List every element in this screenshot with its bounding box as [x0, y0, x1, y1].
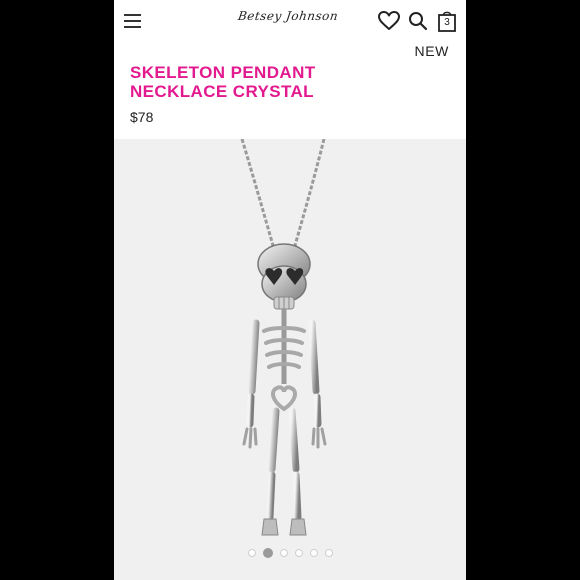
gallery-dot[interactable] — [324, 549, 333, 557]
gallery-dot[interactable] — [309, 549, 318, 557]
hamburger-menu-icon[interactable] — [124, 13, 142, 29]
brand-logo[interactable]: Betsey Johnson — [237, 9, 339, 23]
gallery-dot[interactable] — [279, 549, 288, 557]
product-title-line-1: SKELETON PENDANT — [130, 63, 316, 82]
product-image-gallery[interactable] — [114, 139, 466, 580]
new-badge: NEW — [414, 43, 449, 59]
gallery-pagination — [114, 548, 466, 558]
product-page: Betsey Johnson 3 NEW SKELETON PENDANT NE… — [114, 0, 466, 580]
product-title: SKELETON PENDANT NECKLACE CRYSTAL — [130, 63, 430, 101]
skeleton-necklace-image — [240, 139, 327, 536]
gallery-dot-active[interactable] — [262, 548, 273, 558]
bag-count-badge: 3 — [444, 17, 450, 28]
heart-icon[interactable] — [378, 11, 400, 31]
gallery-dot[interactable] — [247, 549, 256, 557]
shopping-bag-button[interactable]: 3 — [437, 9, 457, 33]
product-price: $78 — [130, 109, 154, 125]
gallery-dot[interactable] — [294, 549, 303, 557]
search-icon[interactable] — [408, 11, 428, 31]
product-title-line-2: NECKLACE CRYSTAL — [130, 82, 314, 101]
site-header: Betsey Johnson 3 — [114, 0, 466, 42]
